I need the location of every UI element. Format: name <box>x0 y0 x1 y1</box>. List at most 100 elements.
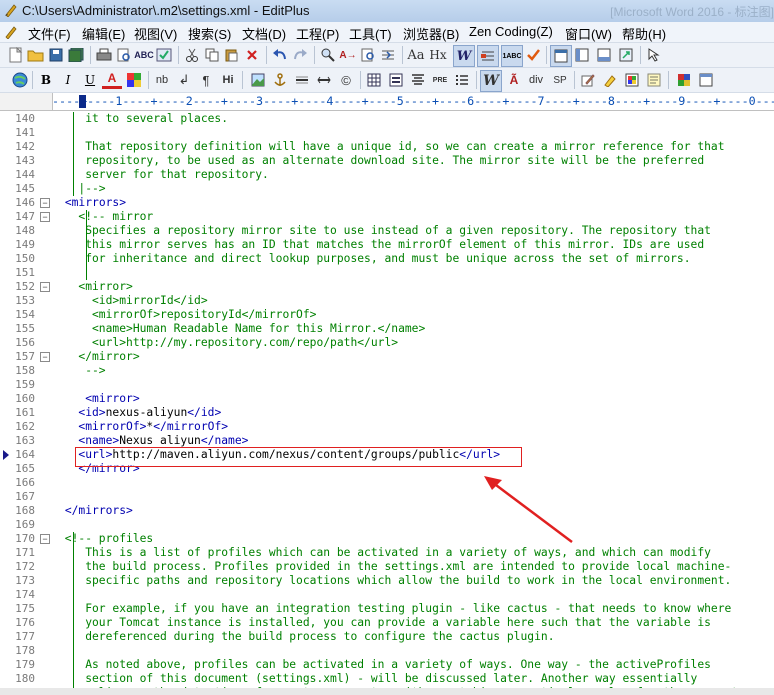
save-all-icon[interactable] <box>66 45 86 65</box>
print-preview-icon[interactable] <box>114 45 134 65</box>
form-icon[interactable] <box>386 70 406 90</box>
heading-icon[interactable]: Hi <box>218 70 238 90</box>
comment-guide-bar <box>73 588 74 602</box>
menu-zen-coding[interactable]: Zen Coding(Z) <box>469 24 553 39</box>
ruler-icon[interactable]: 1ABC <box>501 45 523 67</box>
font-color-icon[interactable]: A <box>102 70 122 89</box>
horizontal-rule-icon[interactable] <box>292 70 312 90</box>
goto-line-icon[interactable] <box>378 45 398 65</box>
comment-icon[interactable] <box>314 70 334 90</box>
line-number: 160 <box>15 392 35 405</box>
fold-toggle-icon[interactable]: − <box>40 352 50 362</box>
line-number: 149 <box>15 238 35 251</box>
menu-file[interactable]: 文件(F) <box>28 24 71 43</box>
line-number: 145 <box>15 182 35 195</box>
line-number: 150 <box>15 252 35 265</box>
code-line: 163 <name>Nexus aliyun</name> <box>0 434 774 448</box>
code-line: 168 </mirrors> <box>0 504 774 518</box>
nbsp-icon[interactable]: nb <box>152 70 172 90</box>
replace-icon[interactable]: A→ <box>338 45 358 65</box>
code-line: 158 --> <box>0 364 774 378</box>
code-line: 171 This is a list of profiles which can… <box>0 546 774 560</box>
color-palette-icon[interactable] <box>124 70 144 90</box>
annotation-arrow <box>484 476 573 543</box>
directory-window-icon[interactable] <box>550 45 572 67</box>
help-pointer-icon[interactable] <box>644 45 664 65</box>
underline-icon[interactable]: U <box>80 70 100 90</box>
find-icon[interactable] <box>318 45 338 65</box>
fold-toggle-icon[interactable]: − <box>40 282 50 292</box>
code-text: the build process. Profiles provided in … <box>58 560 732 573</box>
menu-search[interactable]: 搜索(S) <box>188 24 231 43</box>
code-line: 179 As noted above, profiles can be acti… <box>0 658 774 672</box>
special-char-icon[interactable]: © <box>336 70 356 90</box>
browser-preview-icon[interactable] <box>10 70 30 90</box>
line-number: 165 <box>15 462 35 475</box>
anchor-icon[interactable] <box>270 70 290 90</box>
code-line: 145 |--> <box>0 182 774 196</box>
ftp-icon[interactable]: Ã <box>504 70 524 90</box>
window-layout-icon[interactable] <box>696 70 716 90</box>
line-break-icon[interactable]: ↲ <box>174 70 194 90</box>
code-insight-icon[interactable] <box>674 70 694 90</box>
paragraph-icon[interactable]: ¶ <box>196 70 216 90</box>
color-picker-icon[interactable] <box>622 70 642 90</box>
fold-toggle-icon[interactable]: − <box>40 198 50 208</box>
menu-tools[interactable]: 工具(T) <box>349 24 392 43</box>
fullscreen-icon[interactable] <box>616 45 636 65</box>
line-number: 144 <box>15 168 35 181</box>
fold-toggle-icon[interactable]: − <box>40 534 50 544</box>
font-icon[interactable]: Aa <box>406 45 426 65</box>
wysiwyg-icon[interactable]: W <box>480 70 502 92</box>
div-icon[interactable]: div <box>526 70 546 90</box>
span-icon[interactable]: SP <box>550 70 570 90</box>
align-center-icon[interactable] <box>408 70 428 90</box>
check-mark-icon[interactable] <box>523 45 543 65</box>
copy-icon[interactable] <box>202 45 222 65</box>
code-text: <mirrorOf>*</mirrorOf> <box>78 420 229 433</box>
menu-window[interactable]: 窗口(W) <box>565 24 612 43</box>
menu-edit[interactable]: 编辑(E) <box>82 24 125 43</box>
list-icon[interactable] <box>452 70 472 90</box>
hex-viewer-icon[interactable]: Hx <box>428 45 448 65</box>
menu-project[interactable]: 工程(P) <box>296 24 339 43</box>
italic-icon[interactable]: I <box>58 70 78 90</box>
fold-toggle-icon[interactable]: − <box>40 212 50 222</box>
delete-icon[interactable] <box>242 45 262 65</box>
table-icon[interactable] <box>364 70 384 90</box>
print-icon[interactable] <box>94 45 114 65</box>
code-line: 166 <box>0 476 774 490</box>
word-wrap-icon[interactable]: W <box>453 45 475 67</box>
edit-pencil-icon[interactable] <box>578 70 598 90</box>
undo-icon[interactable] <box>270 45 290 65</box>
clip-library-icon[interactable] <box>644 70 664 90</box>
open-folder-icon[interactable] <box>26 45 46 65</box>
menu-document[interactable]: 文档(D) <box>242 24 286 43</box>
spell-check-icon[interactable]: ABC <box>134 45 154 65</box>
html-toolbar: B I U A nb ↲ ¶ Hi © PRE W Ã div SP <box>0 68 774 93</box>
ruler-cursor-marker <box>79 95 86 108</box>
code-text: <name>Nexus aliyun</name> <box>78 434 249 447</box>
redo-icon[interactable] <box>290 45 310 65</box>
output-window-icon[interactable] <box>594 45 614 65</box>
code-text: dereferenced during the build process to… <box>58 630 555 643</box>
code-editor[interactable]: 140 it to several places. 141 142 That rep… <box>0 111 774 695</box>
bold-icon[interactable]: B <box>36 70 56 90</box>
comment-guide-bar <box>86 266 87 280</box>
save-icon[interactable] <box>46 45 66 65</box>
menu-view[interactable]: 视图(V) <box>134 24 177 43</box>
new-file-icon[interactable] <box>6 45 26 65</box>
code-text: for inheritance and direct lookup purpos… <box>58 252 691 265</box>
menu-help[interactable]: 帮助(H) <box>622 24 666 43</box>
paste-icon[interactable] <box>222 45 242 65</box>
cliptext-window-icon[interactable] <box>572 45 592 65</box>
pre-icon[interactable]: PRE <box>430 70 450 90</box>
menu-browser[interactable]: 浏览器(B) <box>403 24 459 43</box>
image-icon[interactable] <box>248 70 268 90</box>
highlight-icon[interactable] <box>600 70 620 90</box>
find-in-files-icon[interactable] <box>358 45 378 65</box>
horizontal-scrollbar[interactable] <box>0 688 774 695</box>
line-number-icon[interactable] <box>477 45 499 67</box>
cut-icon[interactable] <box>182 45 202 65</box>
preferences-icon[interactable] <box>154 45 174 65</box>
